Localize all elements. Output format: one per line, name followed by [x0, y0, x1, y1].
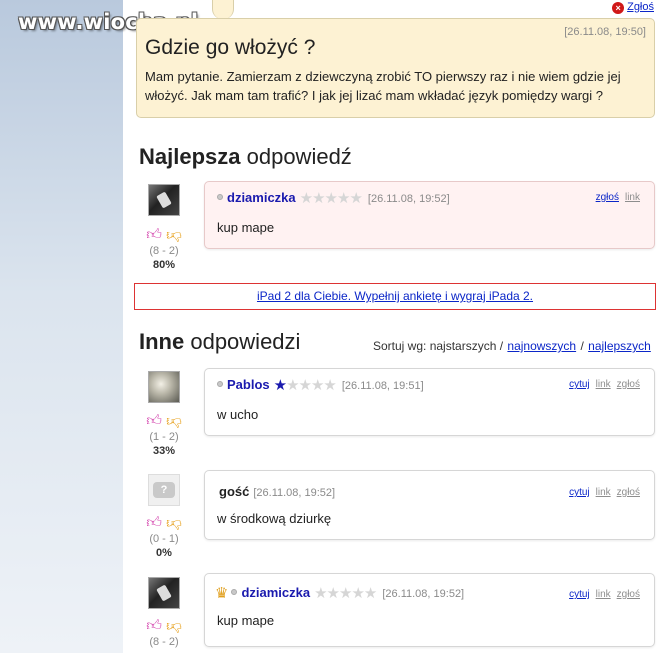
quote-link[interactable]: cytuj [569, 589, 590, 600]
answer-actions: zgłoś link [590, 192, 640, 203]
vote-counts: (8 - 2) [149, 245, 179, 257]
best-answer-bubble: dziamiczka ★★★★★ [26.11.08, 19:52] zgłoś li… [204, 181, 655, 249]
guest-avatar: ? [148, 474, 180, 506]
permalink[interactable]: link [596, 487, 611, 498]
status-dot-icon [217, 194, 223, 200]
avatar[interactable] [148, 184, 180, 216]
ad-banner: iPad 2 dla Ciebie. Wypełnij ankietę i wy… [134, 283, 656, 310]
rating-stars: ★★★★★ [299, 190, 363, 207]
sort-separator: / [580, 339, 584, 353]
best-heading-rest: odpowiedź [240, 144, 352, 169]
answer-header: gość [26.11.08, 19:52] [219, 484, 335, 499]
sort-best-link[interactable]: najlepszych [588, 339, 651, 353]
answer-date: [26.11.08, 19:51] [341, 380, 424, 392]
other-answers-heading: Inne odpowiedzi [139, 329, 300, 355]
vote-box: 👍︎ 👍︎ (8 - 2) 80% [144, 226, 184, 272]
answer-username[interactable]: dziamiczka [241, 585, 310, 600]
avatar[interactable] [148, 371, 180, 403]
report-link[interactable]: zgłoś [617, 589, 640, 600]
vote-counts: (1 - 2) [149, 431, 179, 443]
others-heading-bold: Inne [139, 329, 185, 354]
status-dot-icon [217, 381, 223, 387]
vote-box: 👍︎ 👍︎ (8 - 2) [144, 617, 184, 649]
question-report-link[interactable]: Zgłoś [627, 1, 654, 13]
thumbs-down-icon[interactable]: 👍︎ [166, 617, 182, 635]
close-circle-icon: × [612, 2, 625, 14]
question-title: Gdzie go włożyć ? [145, 36, 316, 59]
sort-options: Sortuj wg: najstarszych / najnowszych / … [373, 339, 652, 353]
answer-header: dziamiczka ★★★★★ [26.11.08, 19:52] [217, 189, 450, 207]
thumbs-down-icon[interactable]: 👍︎ [166, 514, 182, 532]
thumbs-down-icon[interactable]: 👍︎ [166, 412, 182, 430]
quote-link[interactable]: cytuj [569, 487, 590, 498]
vote-counts: (8 - 2) [149, 636, 179, 648]
quote-link[interactable]: cytuj [569, 379, 590, 390]
question-body: Mam pytanie. Zamierzam z dziewczyną zrob… [145, 69, 621, 103]
vote-percent: 80% [152, 259, 176, 271]
report-link[interactable]: zgłoś [617, 379, 640, 390]
thumbs-down-icon[interactable]: 👍︎ [166, 226, 182, 244]
ad-link[interactable]: iPad 2 dla Ciebie. Wypełnij ankietę i wy… [257, 289, 533, 303]
vote-percent: 33% [152, 445, 176, 457]
answer-actions: cytuj link zgłoś [563, 487, 640, 498]
answer-username: gość [219, 484, 250, 499]
answer-text: kup mape [217, 613, 275, 628]
sort-label: Sortuj wg: najstarszych / [373, 339, 504, 353]
rating-stars: ★★★★★ [314, 585, 377, 602]
avatar[interactable] [148, 577, 180, 609]
answer-header: Pablos ★★★★★ [26.11.08, 19:51] [217, 376, 424, 394]
vote-box: 👍︎ 👍︎ (0 - 1) 0% [144, 514, 184, 560]
permalink[interactable]: link [625, 192, 640, 203]
question-report[interactable]: × Zgłoś [612, 1, 654, 14]
answer-bubble: gość [26.11.08, 19:52] cytuj link zgłoś w ś… [204, 470, 655, 540]
vote-counts: (0 - 1) [149, 533, 179, 545]
answer-date: [26.11.08, 19:52] [382, 588, 465, 600]
thumbs-up-icon[interactable]: 👍︎ [146, 617, 162, 635]
question-date: [26.11.08, 19:50] [564, 26, 646, 38]
answer-actions: cytuj link zgłoś [563, 589, 640, 600]
best-heading-bold: Najlepsza [139, 144, 241, 169]
sort-newest-link[interactable]: najnowszych [507, 339, 576, 353]
permalink[interactable]: link [596, 379, 611, 390]
thumbs-up-icon[interactable]: 👍︎ [146, 226, 162, 244]
answer-text: kup mape [217, 220, 275, 235]
rating-stars: ★★★★★ [273, 377, 337, 394]
crown-icon: ♛ [215, 585, 229, 602]
others-heading-rest: odpowiedzi [184, 329, 301, 354]
answer-bubble: Pablos ★★★★★ [26.11.08, 19:51] cytuj link zg… [204, 368, 655, 436]
vote-percent: 0% [156, 547, 172, 559]
answer-actions: cytuj link zgłoś [563, 379, 640, 390]
answer-text: w ucho [217, 407, 259, 422]
vote-box: 👍︎ 👍︎ (1 - 2) 33% [144, 412, 184, 458]
report-link[interactable]: zgłoś [596, 192, 619, 203]
answer-username[interactable]: Pablos [227, 377, 270, 392]
answer-bubble: ♛ dziamiczka ★★★★★ [26.11.08, 19:52] cytuj l… [204, 573, 655, 647]
thumbs-up-icon[interactable]: 👍︎ [146, 412, 162, 430]
thumbs-up-icon[interactable]: 👍︎ [146, 514, 162, 532]
best-answer-heading: Najlepsza odpowiedź [139, 144, 352, 170]
left-background [0, 0, 123, 653]
permalink[interactable]: link [596, 589, 611, 600]
guest-avatar-icon: ? [153, 482, 175, 498]
answer-username[interactable]: dziamiczka [227, 190, 296, 205]
report-link[interactable]: zgłoś [617, 487, 640, 498]
question-speech-notch [212, 0, 234, 19]
answer-text: w środkową dziurkę [217, 511, 332, 526]
answer-header: ♛ dziamiczka ★★★★★ [26.11.08, 19:52] [215, 584, 464, 602]
answer-date: [26.11.08, 19:52] [253, 487, 336, 499]
question-box: [26.11.08, 19:50] Gdzie go włożyć ? Mam … [136, 18, 655, 118]
status-dot-icon [231, 589, 238, 595]
answer-date: [26.11.08, 19:52] [367, 193, 450, 205]
